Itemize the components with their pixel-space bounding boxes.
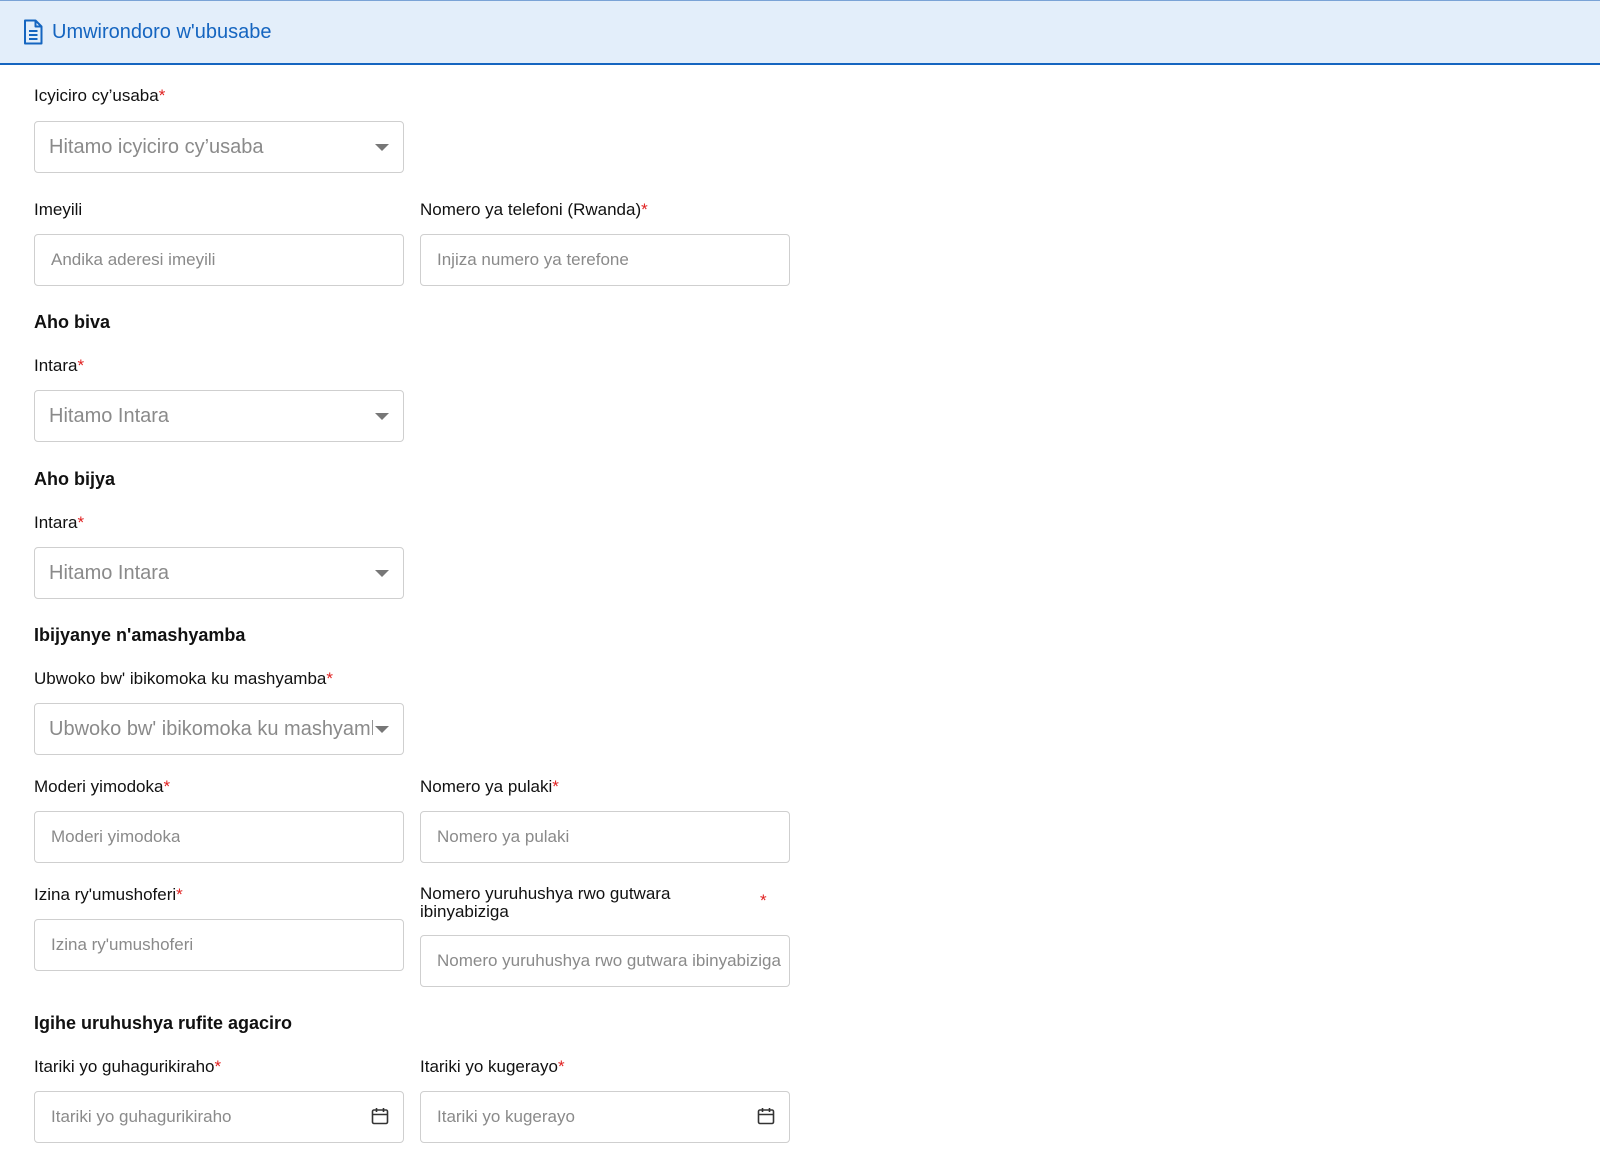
- email-field[interactable]: Andika aderesi imeyili: [34, 234, 404, 286]
- end-date-label: Itariki yo kugerayo*: [420, 1057, 565, 1077]
- section-validity: Igihe uruhushya rufite agaciro: [34, 1013, 293, 1033]
- required-mark: *: [176, 885, 183, 904]
- chevron-down-icon: [375, 570, 389, 577]
- required-mark: *: [552, 777, 559, 796]
- vehicle-model-field[interactable]: Moderi yimodoka: [34, 811, 404, 863]
- license-number-placeholder: Nomero yuruhushya rwo gutwara ibinyabizi…: [437, 951, 781, 970]
- destination-province-select[interactable]: Hitamo Intara: [34, 547, 404, 599]
- chevron-down-icon: [375, 726, 389, 733]
- email-label: Imeyili: [34, 200, 82, 220]
- branch-label-text: Icyiciro cy’usaba: [34, 86, 159, 105]
- license-number-label: Nomero yuruhushya rwo gutwara ibinyabizi…: [420, 885, 710, 921]
- product-type-label-text: Ubwoko bw' ibikomoka ku mashyamba: [34, 669, 327, 688]
- start-date-label-text: Itariki yo guhagurikiraho: [34, 1057, 215, 1076]
- start-date-field[interactable]: Itariki yo guhagurikiraho: [34, 1091, 404, 1143]
- vehicle-model-label-text: Moderi yimodoka: [34, 777, 164, 796]
- driver-name-placeholder: Izina ry'umushoferi: [51, 935, 194, 954]
- calendar-icon[interactable]: [757, 1107, 775, 1125]
- calendar-icon[interactable]: [371, 1107, 389, 1125]
- required-mark: *: [158, 86, 166, 105]
- plate-number-label-text: Nomero ya pulaki: [420, 777, 553, 796]
- page-title: Umwirondoro w'ubusabe: [52, 20, 272, 43]
- start-date-label: Itariki yo guhagurikiraho*: [34, 1057, 221, 1077]
- phone-field-placeholder: Injiza numero ya terefone: [437, 250, 629, 269]
- vehicle-model-label: Moderi yimodoka*: [34, 777, 170, 797]
- section-origin: Aho biva: [34, 312, 111, 332]
- driver-name-field[interactable]: Izina ry'umushoferi: [34, 919, 404, 971]
- origin-province-select[interactable]: Hitamo Intara: [34, 390, 404, 442]
- branch-select[interactable]: Hitamo icyiciro cy’usaba: [34, 121, 404, 173]
- required-mark: *: [760, 891, 767, 910]
- destination-province-label-text: Intara: [34, 513, 78, 532]
- phone-label: Nomero ya telefoni (Rwanda)*: [420, 200, 648, 220]
- vehicle-model-placeholder: Moderi yimodoka: [51, 827, 181, 846]
- required-mark: *: [557, 1057, 565, 1076]
- driver-name-label-text: Izina ry'umushoferi: [34, 885, 177, 904]
- chevron-down-icon: [375, 144, 389, 151]
- document-icon: [24, 19, 43, 45]
- end-date-field[interactable]: Itariki yo kugerayo: [420, 1091, 790, 1143]
- required-mark: *: [214, 1057, 222, 1076]
- plate-number-label: Nomero ya pulaki*: [420, 777, 559, 797]
- origin-province-label: Intara*: [34, 356, 84, 376]
- branch-label: Icyiciro cy’usaba*: [34, 86, 165, 106]
- destination-province-label: Intara*: [34, 513, 84, 533]
- plate-number-field[interactable]: Nomero ya pulaki: [420, 811, 790, 863]
- license-number-label-text: Nomero yuruhushya rwo gutwara ibinyabizi…: [420, 884, 671, 921]
- section-forest-products: Ibijyanye n'amashyamba: [34, 625, 246, 645]
- phone-label-text: Nomero ya telefoni (Rwanda): [420, 200, 642, 219]
- required-mark: *: [326, 669, 333, 688]
- end-date-placeholder: Itariki yo kugerayo: [437, 1107, 575, 1126]
- required-mark: *: [77, 513, 85, 532]
- phone-field[interactable]: Injiza numero ya terefone: [420, 234, 790, 286]
- destination-province-placeholder: Hitamo Intara: [49, 561, 170, 584]
- email-label-text: Imeyili: [34, 200, 83, 219]
- product-type-placeholder: Ubwoko bw' ibikomoka ku mashyamba: [49, 717, 373, 740]
- required-mark: *: [641, 200, 648, 219]
- end-date-label-text: Itariki yo kugerayo: [420, 1057, 558, 1076]
- product-type-label: Ubwoko bw' ibikomoka ku mashyamba*: [34, 669, 333, 689]
- driver-name-label: Izina ry'umushoferi*: [34, 885, 183, 905]
- form-header: Umwirondoro w'ubusabe: [0, 0, 1600, 65]
- branch-select-placeholder: Hitamo icyiciro cy’usaba: [49, 135, 264, 158]
- required-mark: *: [163, 777, 171, 796]
- origin-province-label-text: Intara: [34, 356, 78, 375]
- start-date-placeholder: Itariki yo guhagurikiraho: [51, 1107, 232, 1126]
- plate-number-placeholder: Nomero ya pulaki: [437, 827, 570, 846]
- origin-province-placeholder: Hitamo Intara: [49, 404, 170, 427]
- chevron-down-icon: [375, 413, 389, 420]
- product-type-select[interactable]: Ubwoko bw' ibikomoka ku mashyamba: [34, 703, 404, 755]
- license-number-field[interactable]: Nomero yuruhushya rwo gutwara ibinyabizi…: [420, 935, 790, 987]
- email-field-placeholder: Andika aderesi imeyili: [51, 250, 216, 269]
- required-mark: *: [77, 356, 85, 375]
- section-destination: Aho bijya: [34, 469, 116, 489]
